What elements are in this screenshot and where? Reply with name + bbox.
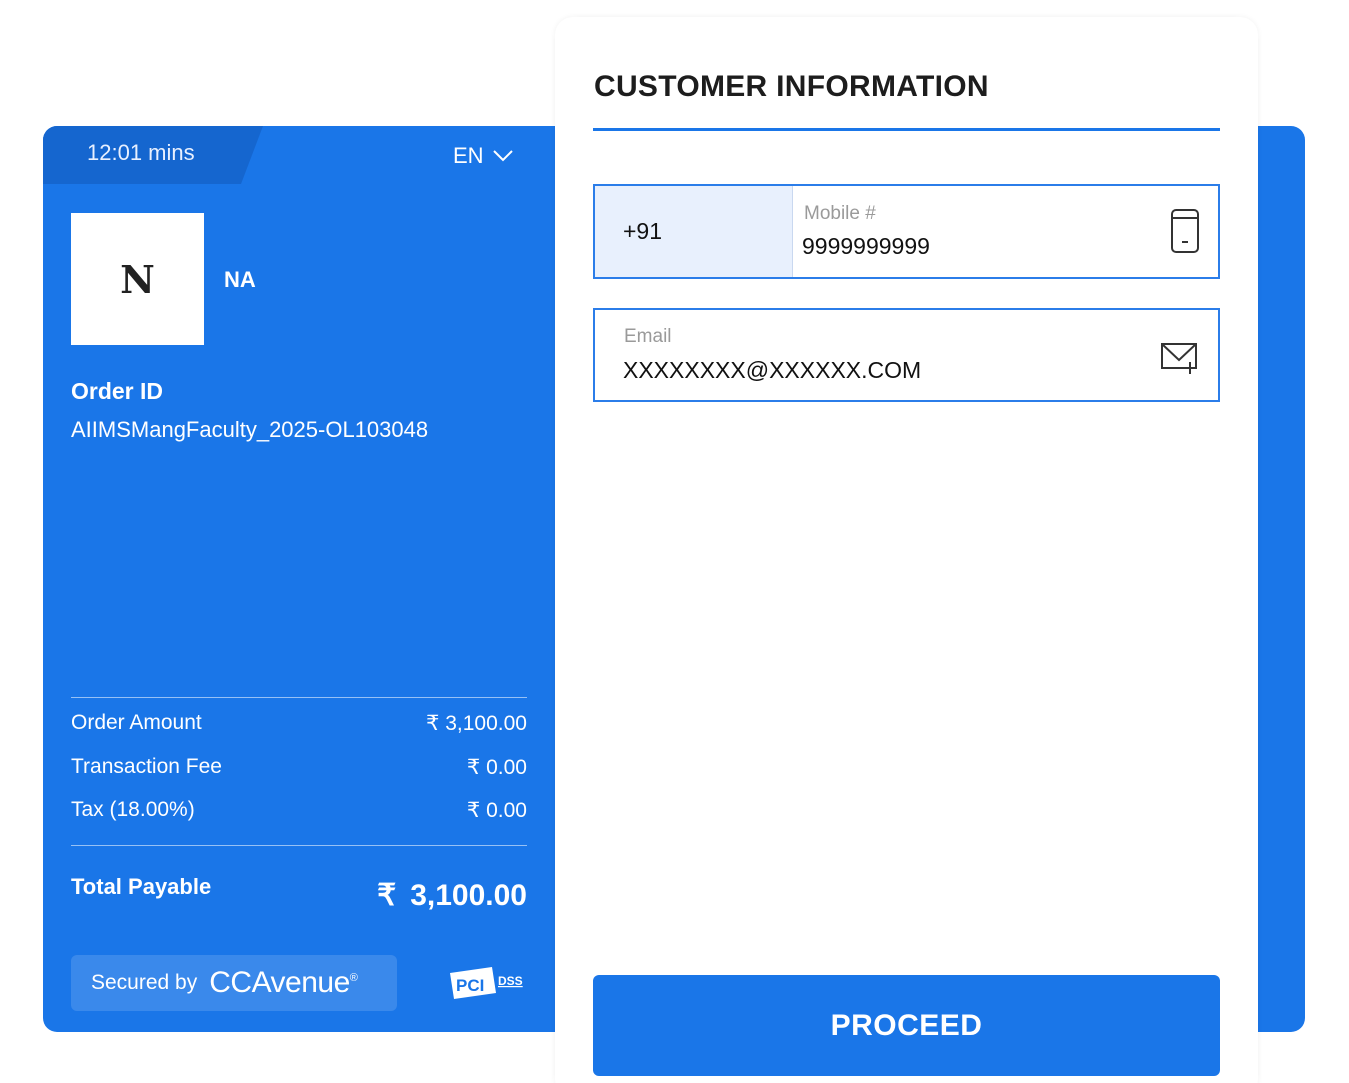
summary-row-tax: Tax (18.00%) ₹ 0.00 — [71, 798, 527, 823]
summary-divider-bottom — [71, 845, 527, 846]
payment-page: 12:01 mins EN N NA Order ID AIIMSMangFac… — [0, 0, 1349, 1083]
total-payable-label: Total Payable — [71, 874, 212, 899]
country-code-selector[interactable]: +91 — [595, 186, 793, 277]
registered-mark: ® — [349, 972, 358, 984]
mobile-field: +91 Mobile # — [593, 184, 1220, 279]
email-label: Email — [624, 326, 672, 347]
email-input[interactable] — [623, 357, 1143, 384]
pci-text: PCI — [456, 976, 484, 995]
mobile-input[interactable] — [802, 233, 1142, 260]
language-selector[interactable]: EN — [453, 143, 514, 169]
ccavenue-logo: CCAvenue® — [209, 966, 358, 1000]
rupee-icon: ₹ — [377, 879, 397, 912]
total-payable-amount: 3,100.00 — [410, 878, 527, 912]
customer-info-panel — [555, 17, 1258, 1083]
summary-row-value: ₹ 0.00 — [466, 799, 527, 822]
summary-row-label: Tax (18.00%) — [71, 798, 195, 821]
mobile-input-wrapper: Mobile # — [793, 186, 1218, 277]
chevron-down-icon — [492, 150, 513, 162]
session-timer: 12:01 mins — [87, 140, 195, 165]
pci-dss-logo: PCI DSS — [450, 967, 523, 999]
summary-row-label: Order Amount — [71, 711, 202, 734]
merchant-logo-letter: N — [120, 256, 155, 302]
mobile-phone-icon — [1171, 209, 1199, 253]
summary-row-order-amount: Order Amount ₹ 3,100.00 — [71, 711, 527, 736]
title-underline — [593, 128, 1220, 131]
summary-row-transaction-fee: Transaction Fee ₹ 0.00 — [71, 755, 527, 780]
merchant-logo: N — [71, 213, 204, 345]
summary-row-value: ₹ 3,100.00 — [426, 712, 527, 735]
proceed-button[interactable]: PROCEED — [593, 975, 1220, 1076]
merchant-name: NA — [224, 267, 256, 292]
order-id-label: Order ID — [71, 378, 164, 404]
summary-row-label: Transaction Fee — [71, 755, 222, 778]
mail-icon — [1161, 343, 1197, 374]
summary-row-value: ₹ 0.00 — [466, 756, 527, 779]
total-payable-value: ₹ 3,100.00 — [377, 878, 527, 913]
order-id-value: AIIMSMangFaculty_2025-OL103048 — [71, 417, 429, 442]
mobile-label: Mobile # — [804, 203, 876, 224]
country-code-value: +91 — [623, 218, 663, 244]
secured-by-text: Secured by — [91, 971, 198, 994]
summary-divider-top — [71, 697, 527, 698]
language-selected: EN — [453, 143, 484, 168]
ccavenue-brand-text: CCAvenue — [209, 966, 350, 999]
email-field: Email — [593, 308, 1220, 402]
dss-text: DSS — [498, 974, 523, 988]
secured-by-badge: Secured by CCAvenue® — [71, 955, 397, 1011]
form-title: CUSTOMER INFORMATION — [594, 70, 989, 103]
